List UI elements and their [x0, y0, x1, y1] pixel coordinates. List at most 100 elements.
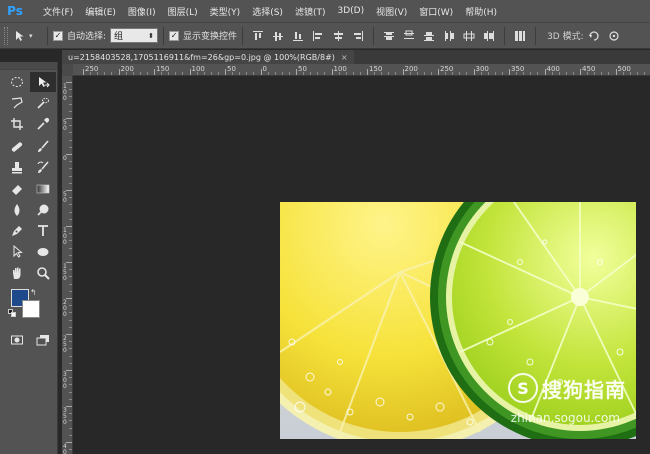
- document-image[interactable]: S 搜狗指南 zhinan.sogou.com: [280, 202, 636, 439]
- tools-panel-header[interactable]: [0, 62, 57, 70]
- ruler-minor-tick: [69, 175, 72, 177]
- ruler-minor-tick: [594, 72, 596, 75]
- marquee-tool[interactable]: [4, 72, 30, 92]
- hand-icon: [13, 267, 21, 279]
- ruler-minor-tick: [274, 72, 276, 75]
- ruler-tick: [225, 69, 226, 75]
- dropdown-arrow-icon: ⬍: [148, 31, 155, 40]
- vertical-ruler[interactable]: 10050050100150200250300350400: [62, 76, 73, 454]
- align-left-button[interactable]: [310, 28, 326, 44]
- ruler-minor-tick: [69, 434, 72, 436]
- document-tab[interactable]: u=2158403528,1705116911&fm=26&gp=0.jpg @…: [62, 50, 354, 64]
- move-tool-icon: [16, 30, 24, 41]
- distribute-bottom-button[interactable]: [421, 28, 437, 44]
- quick-select-tool[interactable]: [30, 93, 56, 113]
- hand-tool[interactable]: [4, 263, 30, 283]
- options-grip[interactable]: [4, 26, 8, 45]
- ruler-minor-tick: [69, 240, 72, 242]
- ruler-label: 200: [63, 299, 67, 318]
- auto-select-checkbox[interactable]: ✓: [53, 30, 63, 41]
- blur-icon: [14, 204, 20, 216]
- eraser-tool[interactable]: [4, 179, 30, 199]
- gradient-tool[interactable]: [30, 179, 56, 199]
- type-tool[interactable]: [30, 221, 56, 241]
- distribute-top-button[interactable]: [381, 28, 397, 44]
- blur-tool[interactable]: [4, 200, 30, 220]
- auto-select-dropdown[interactable]: 组 ⬍: [110, 28, 159, 43]
- menu-layer[interactable]: 图层(L): [162, 5, 204, 18]
- horizontal-ruler[interactable]: 250 200 150 100 50 0 50 100 150 200 250 300 350 400 45…: [73, 64, 650, 76]
- menu-3d[interactable]: 3D(D): [331, 6, 370, 16]
- menu-image[interactable]: 图像(I): [122, 5, 162, 18]
- align-vcenter-button[interactable]: [270, 28, 286, 44]
- ruler-origin[interactable]: [62, 64, 73, 76]
- menu-type[interactable]: 类型(Y): [204, 5, 247, 18]
- menu-help[interactable]: 帮助(H): [459, 5, 503, 18]
- move-tool[interactable]: [30, 72, 56, 92]
- screen-mode-button[interactable]: [30, 330, 56, 350]
- ruler-minor-tick: [338, 72, 340, 75]
- menu-file[interactable]: 文件(F): [37, 5, 79, 18]
- distribute-hcenter-button[interactable]: [461, 28, 477, 44]
- canvas-workspace[interactable]: S 搜狗指南 zhinan.sogou.com: [73, 77, 650, 454]
- ruler-minor-tick: [487, 72, 489, 75]
- menu-view[interactable]: 视图(V): [370, 5, 413, 18]
- ruler-tick: [367, 69, 368, 75]
- auto-select-option[interactable]: ✓ 自动选择:: [53, 29, 106, 42]
- quick-mask-button[interactable]: [4, 330, 30, 350]
- history-brush-tool[interactable]: [30, 158, 56, 178]
- default-colors-icon[interactable]: [8, 309, 16, 317]
- align-right-button[interactable]: [350, 28, 366, 44]
- show-transform-option[interactable]: ✓ 显示变换控件: [169, 29, 237, 42]
- tool-preset-picker[interactable]: ▾: [14, 27, 42, 45]
- divider: [163, 26, 165, 45]
- align-hcenter-button[interactable]: [330, 28, 346, 44]
- menu-window[interactable]: 窗口(W): [413, 5, 459, 18]
- eyedropper-tool[interactable]: [30, 114, 56, 134]
- auto-align-button[interactable]: [512, 28, 528, 44]
- ruler-minor-tick: [253, 72, 255, 75]
- ruler-minor-tick: [69, 391, 72, 393]
- ruler-minor-tick: [622, 72, 624, 75]
- healing-brush-tool[interactable]: [4, 137, 30, 157]
- brush-tool[interactable]: [30, 137, 56, 157]
- swap-colors-icon[interactable]: ↰: [30, 288, 37, 297]
- clone-stamp-tool[interactable]: [4, 158, 30, 178]
- crop-tool[interactable]: [4, 114, 30, 134]
- shape-tool[interactable]: [30, 242, 56, 262]
- distribute-right-icon: [484, 30, 495, 41]
- ruler-tick: [331, 69, 333, 75]
- align-bottom-icon: [293, 31, 304, 41]
- 3d-rotate-button[interactable]: [586, 28, 602, 44]
- path-select-tool[interactable]: [4, 242, 30, 262]
- pen-tool[interactable]: [4, 221, 30, 241]
- ruler-label: 350: [63, 407, 67, 426]
- distribute-vcenter-button[interactable]: [401, 28, 417, 44]
- close-icon[interactable]: ×: [341, 53, 348, 62]
- ruler-minor-tick: [459, 72, 461, 75]
- crop-icon: [11, 118, 23, 130]
- distribute-right-button[interactable]: [481, 28, 497, 44]
- 3d-roll-button[interactable]: [606, 28, 622, 44]
- background-color[interactable]: [22, 300, 40, 318]
- zoom-tool[interactable]: [30, 263, 56, 283]
- lasso-tool[interactable]: [4, 93, 30, 113]
- ruler-minor-tick: [69, 146, 72, 148]
- ruler-minor-tick: [267, 72, 269, 75]
- ruler-minor-tick: [69, 182, 72, 184]
- ruler-minor-tick: [516, 72, 518, 75]
- align-bottom-button[interactable]: [290, 28, 306, 44]
- ruler-minor-tick: [168, 72, 170, 75]
- divider: [242, 26, 244, 45]
- ruler-tick: [402, 69, 404, 75]
- distribute-left-button[interactable]: [441, 28, 457, 44]
- ruler-minor-tick: [480, 72, 482, 75]
- ruler-minor-tick: [310, 72, 312, 75]
- show-transform-checkbox[interactable]: ✓: [169, 30, 180, 41]
- align-top-button[interactable]: [250, 28, 266, 44]
- dodge-tool[interactable]: [30, 200, 56, 220]
- menu-select[interactable]: 选择(S): [246, 5, 289, 18]
- menu-edit[interactable]: 编辑(E): [79, 5, 122, 18]
- menu-filter[interactable]: 滤镜(T): [289, 5, 332, 18]
- ruler-minor-tick: [175, 72, 177, 75]
